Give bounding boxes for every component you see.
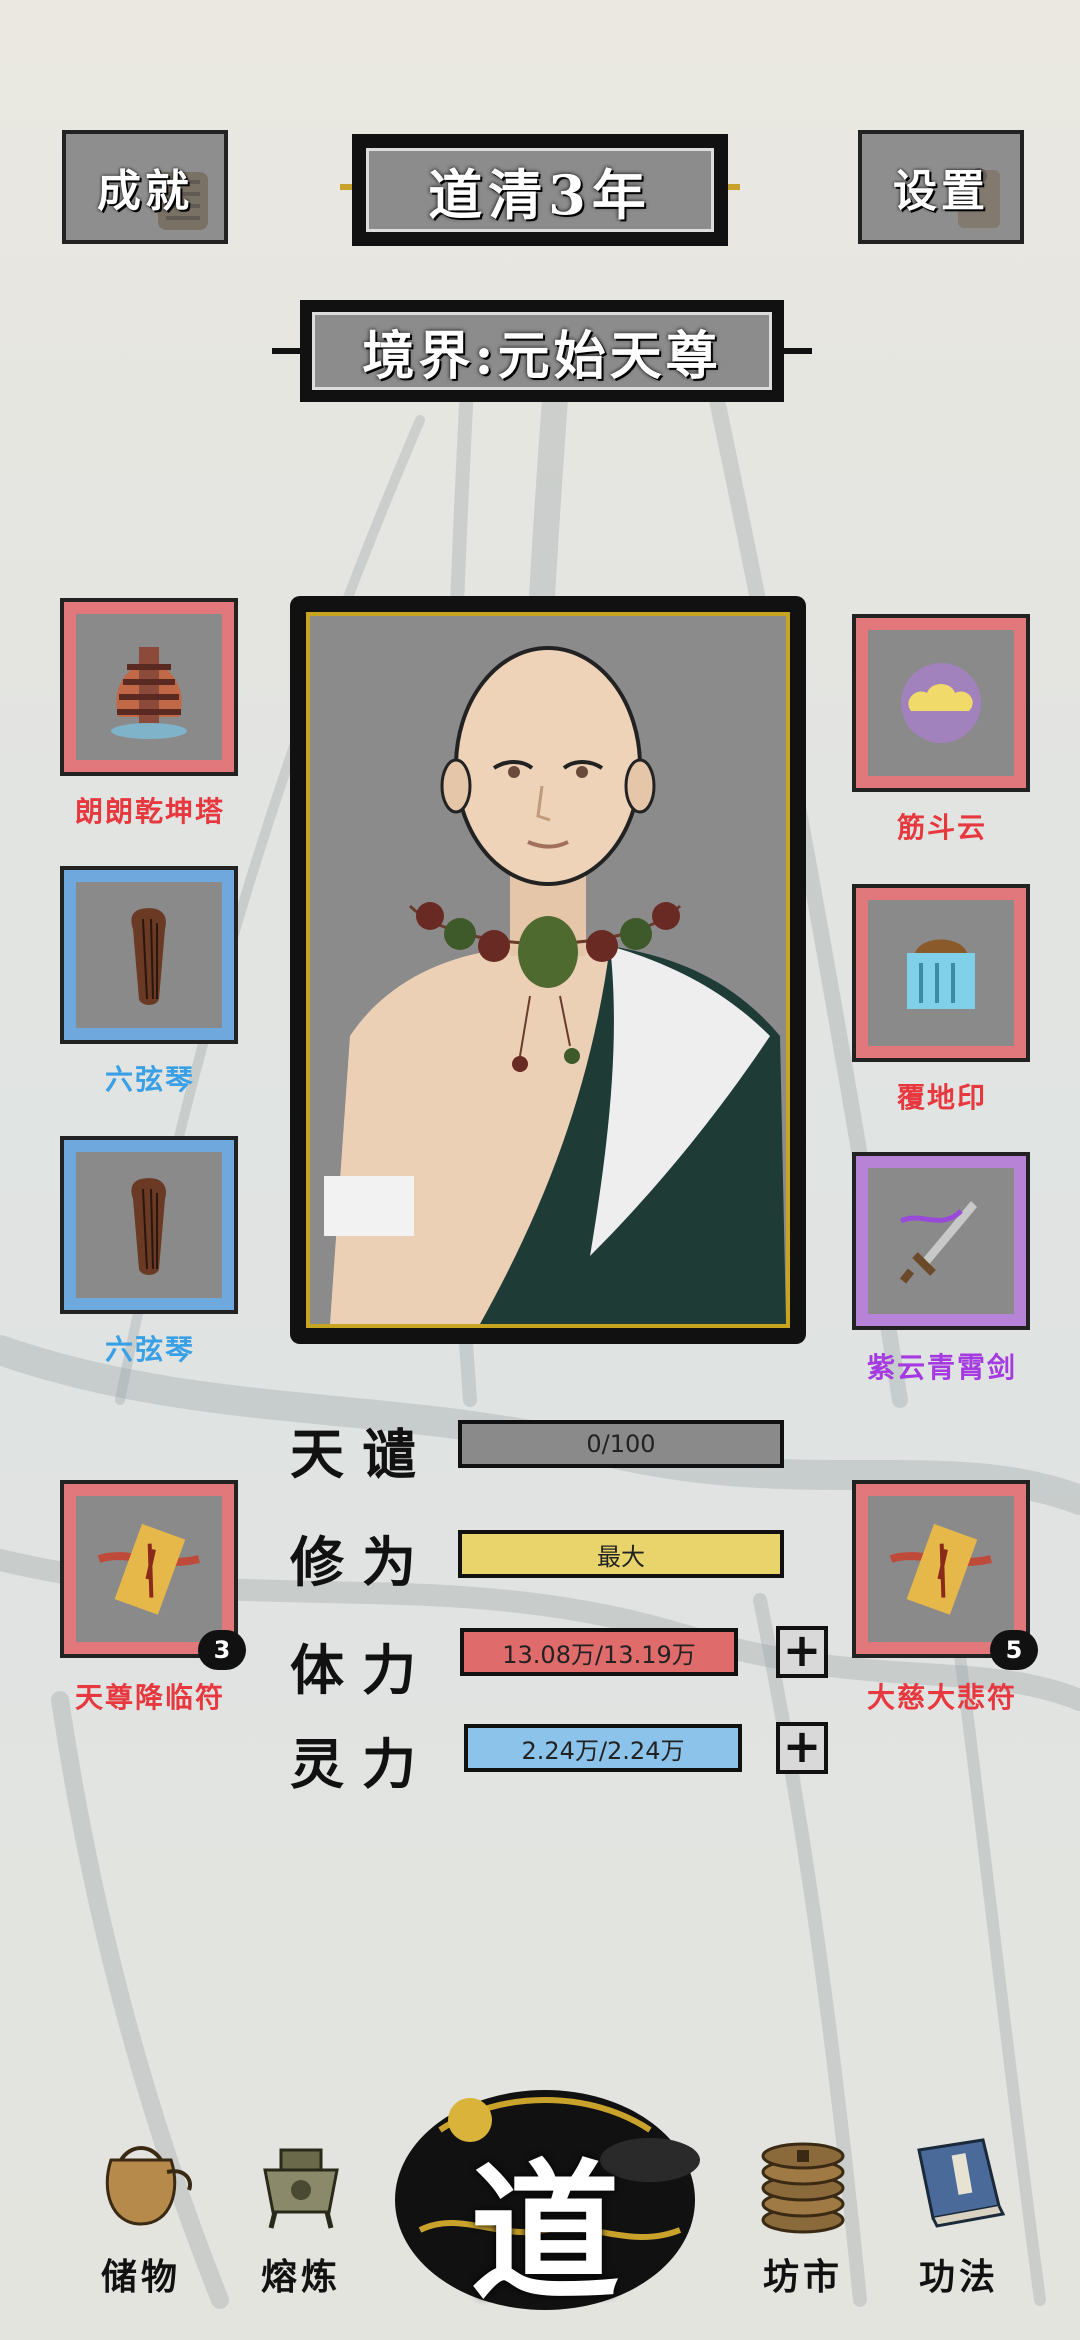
year-title: 道清3年 (428, 162, 652, 227)
achievements-label: 成就 (97, 166, 193, 217)
cloud-icon (901, 663, 981, 743)
stamina-bar: 13.08万/13.19万 (460, 1628, 738, 1676)
add-spirit-button[interactable]: + (776, 1722, 828, 1774)
seal-icon (907, 939, 975, 1009)
slot-left-3[interactable] (60, 1136, 238, 1314)
book-icon (917, 2138, 1006, 2228)
nav-skills-label: 功法 (918, 2256, 999, 2298)
zither-icon (131, 1178, 166, 1275)
dao-label: 道 (469, 2145, 620, 2321)
character-portrait-frame[interactable] (290, 596, 806, 1344)
stat-label-stamina: 体力 (290, 1638, 434, 1702)
item-count-badge: 5 (990, 1630, 1038, 1670)
talisman-icon (97, 1523, 200, 1615)
slot-left-2[interactable] (60, 866, 238, 1044)
nav-smelting-label: 熔炼 (260, 2256, 341, 2298)
achievements-button[interactable]: 成就 (62, 130, 228, 244)
slot-right-3[interactable] (852, 1152, 1030, 1330)
nav-storage-label: 储物 (100, 2256, 181, 2298)
nav-skills[interactable]: 功法 (884, 2120, 1034, 2300)
sword-icon (899, 1201, 977, 1284)
zither-icon (131, 908, 166, 1005)
settings-label: 设置 (893, 166, 989, 217)
slot-left-3-label: 六弦琴 (104, 1333, 195, 1366)
slot-left-1-label: 朗朗乾坤塔 (74, 795, 225, 828)
character-portrait (324, 646, 786, 1324)
realm-label: 境界:元始天尊 (362, 325, 722, 387)
stat-label-spirit: 灵力 (290, 1732, 434, 1796)
slot-left-1[interactable] (60, 598, 238, 776)
slot-right-1-label: 筋斗云 (896, 811, 987, 844)
slot-right-2[interactable] (852, 884, 1030, 1062)
slot-right-2-label: 覆地印 (896, 1081, 987, 1114)
nav-storage[interactable]: 储物 (66, 2120, 216, 2300)
bag-icon (105, 2146, 192, 2226)
item-count-badge: 3 (198, 1630, 246, 1670)
retribution-bar: 0/100 (458, 1420, 784, 1468)
nav-smelting[interactable]: 熔炼 (226, 2120, 376, 2300)
nav-market-label: 坊市 (762, 2256, 843, 2298)
cauldron-icon (263, 2148, 339, 2229)
realm-plate: 境界:元始天尊 (300, 300, 784, 402)
slot-right-3-label: 紫云青霄剑 (866, 1351, 1017, 1384)
year-title-plate: 道清3年 (352, 134, 728, 246)
pagoda-icon (111, 647, 187, 739)
slot-right-4-label: 大慈大悲符 (866, 1681, 1017, 1714)
cultivation-bar: 最大 (458, 1530, 784, 1578)
coins-icon (761, 2142, 845, 2234)
add-stamina-button[interactable]: + (776, 1626, 828, 1678)
spirit-bar: 2.24万/2.24万 (464, 1724, 742, 1772)
stat-label-cultivation: 修为 (290, 1530, 434, 1594)
slot-left-4-label: 天尊降临符 (74, 1681, 225, 1714)
nav-market[interactable]: 坊市 (728, 2120, 878, 2300)
settings-button[interactable]: 设置 (858, 130, 1024, 244)
talisman-icon (889, 1523, 992, 1615)
slot-right-4[interactable]: 5 (852, 1480, 1038, 1670)
stat-label-retribution: 天谴 (290, 1422, 434, 1486)
slot-left-2-label: 六弦琴 (104, 1063, 195, 1096)
slot-left-4[interactable]: 3 (60, 1480, 246, 1670)
slot-right-1[interactable] (852, 614, 1030, 792)
dao-center-button[interactable]: 道 (380, 2060, 710, 2321)
